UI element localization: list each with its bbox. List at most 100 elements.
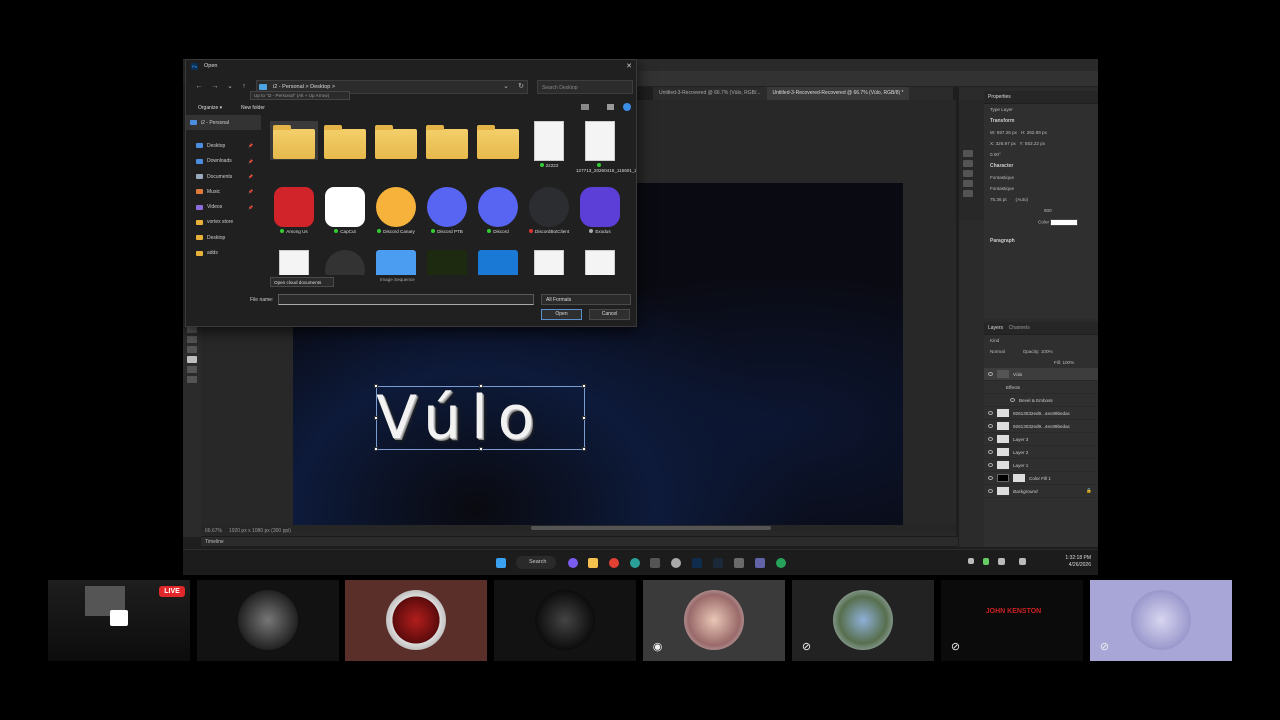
file-item[interactable]: Discord PTB [423, 187, 471, 234]
network-icon[interactable] [998, 558, 1005, 565]
character-icon[interactable] [963, 170, 973, 177]
layer-row[interactable]: Layer 3 [984, 433, 1098, 446]
opacity-field[interactable]: 100% [1041, 349, 1053, 354]
fill-field[interactable]: 100% [1062, 360, 1074, 365]
visibility-eye-icon[interactable] [988, 476, 993, 480]
steam-icon[interactable] [713, 558, 723, 568]
photoshop-taskbar-icon[interactable] [692, 558, 702, 568]
character-heading[interactable]: Character [984, 160, 1098, 172]
whatsapp-icon[interactable] [776, 558, 786, 568]
tracking-field[interactable]: 600 [984, 205, 1098, 216]
address-dropdown-icon[interactable]: ⌄ [501, 82, 511, 92]
visibility-eye-icon[interactable] [988, 372, 993, 376]
quick-mask-icon[interactable] [187, 366, 197, 373]
search-input[interactable]: Search Desktop [537, 80, 633, 94]
font-size-field[interactable]: 75.36 pt [990, 197, 1007, 202]
layer-row[interactable]: Effects [984, 381, 1098, 394]
participant-tile[interactable] [197, 580, 339, 661]
screen-mode-icon[interactable] [187, 376, 197, 383]
file-item[interactable]: 22222 [525, 121, 573, 168]
participant-tile[interactable]: JOHN KENSTON ⊘ [941, 580, 1083, 661]
calculator-icon[interactable] [734, 558, 744, 568]
cancel-button[interactable]: Cancel [589, 309, 630, 320]
timeline-label[interactable]: Timeline [205, 539, 224, 545]
app-icon[interactable] [650, 558, 660, 568]
file-item[interactable] [270, 250, 318, 275]
tab-document-1[interactable]: Untitled-3-Recovered @ 66.7% (Vúlo, RGB/… [653, 87, 767, 100]
zoom-tool-icon[interactable] [187, 336, 197, 343]
color-swatch-icon[interactable] [187, 356, 197, 363]
transform-heading[interactable]: Transform [984, 115, 1098, 127]
file-item[interactable]: تصميم [423, 121, 471, 159]
file-item[interactable]: Exodus [576, 187, 624, 234]
preview-pane-icon[interactable] [607, 104, 614, 110]
file-item[interactable] [525, 250, 573, 275]
file-item[interactable]: Velox [321, 121, 369, 159]
windows-start-icon[interactable] [496, 558, 506, 568]
layer-row[interactable]: Layer 1 [984, 459, 1098, 472]
angle-field[interactable]: 0.00° [984, 149, 1098, 160]
visibility-eye-icon[interactable] [988, 450, 993, 454]
visibility-eye-icon[interactable] [988, 489, 993, 493]
tab-layers[interactable]: Layers [988, 325, 1003, 331]
forward-arrow-icon[interactable]: → [210, 82, 220, 92]
sidebar-item-documents[interactable]: Documents 📌 [186, 169, 261, 184]
discord-taskbar-icon[interactable] [568, 558, 578, 568]
layer-row[interactable]: Bevel & Emboss [984, 394, 1098, 407]
file-name-input[interactable] [278, 294, 534, 305]
file-item[interactable] [423, 250, 471, 275]
file-item[interactable] [576, 250, 624, 275]
visibility-eye-icon[interactable] [988, 463, 993, 467]
sidebar-item-vortex-store[interactable]: vortex store [186, 215, 261, 230]
history-icon[interactable] [963, 150, 973, 157]
visibility-eye-icon[interactable] [988, 411, 993, 415]
file-item[interactable]: Flat [270, 121, 318, 160]
view-options-icon[interactable] [581, 104, 589, 110]
visibility-eye-icon[interactable] [1010, 398, 1015, 402]
layer-row[interactable]: Color Fill 1 [984, 472, 1098, 485]
file-item[interactable]: Discord [474, 187, 522, 234]
participant-tile[interactable]: ⊘ [1090, 580, 1232, 661]
volume-icon[interactable] [1019, 558, 1026, 565]
sidebar-item-desktop-folder[interactable]: Desktop [186, 230, 261, 245]
recent-chevron-icon[interactable]: ⌄ [225, 82, 235, 92]
file-item[interactable]: DiscordBotClient [525, 187, 573, 234]
paragraph-heading[interactable]: Paragraph [984, 235, 1098, 247]
file-item[interactable]: Discord Canary [372, 187, 420, 234]
file-item[interactable] [321, 250, 369, 275]
zoom-level[interactable]: 66.67% [205, 528, 222, 534]
leading-field[interactable]: (Auto) [1016, 197, 1029, 202]
transform-bounding-box[interactable] [374, 384, 586, 451]
tab-document-2[interactable]: Untitled-3-Recovered-Recovered @ 66.7% (… [766, 87, 910, 100]
sidebar-item-videos[interactable]: Videos 📌 [186, 199, 261, 214]
font-family-select[interactable]: Fontastique [984, 172, 1098, 183]
refresh-icon[interactable]: ↻ [516, 82, 526, 92]
tools-icon[interactable] [963, 190, 973, 197]
sidebar-item-personal[interactable]: i2 - Personal [186, 115, 261, 131]
scrollbar-thumb[interactable] [531, 526, 771, 530]
participant-tile-streamer[interactable]: LIVE [48, 580, 190, 661]
edge-icon[interactable] [630, 558, 640, 568]
file-item[interactable]: 127713_20260419_115601_2 [576, 121, 636, 173]
chrome-icon[interactable] [609, 558, 619, 568]
file-item[interactable] [474, 250, 522, 275]
layer-row[interactable]: Background 🔒 [984, 485, 1098, 498]
participant-tile[interactable]: ◉ [643, 580, 785, 661]
sidebar-item-music[interactable]: Music 📌 [186, 184, 261, 199]
image-sequence-checkbox[interactable]: Image Sequence [380, 277, 415, 282]
y-field[interactable]: Y: 553.22 px [1020, 141, 1046, 146]
visibility-eye-icon[interactable] [988, 437, 993, 441]
settings-icon[interactable] [671, 558, 681, 568]
width-field[interactable]: W: 697.26 px [990, 130, 1017, 135]
blend-mode-select[interactable]: Normal [990, 349, 1005, 354]
participant-tile[interactable] [494, 580, 636, 661]
x-field[interactable]: X: 326.97 px [990, 141, 1016, 146]
hand-tool-icon[interactable] [187, 326, 197, 333]
file-explorer-icon[interactable] [588, 558, 598, 568]
paragraph-icon[interactable] [963, 180, 973, 187]
open-button[interactable]: Open [541, 309, 582, 320]
help-icon[interactable] [623, 103, 631, 111]
taskbar-search[interactable]: Search [516, 556, 556, 569]
open-cloud-documents-button[interactable]: Open cloud documents [270, 277, 334, 287]
visibility-eye-icon[interactable] [988, 424, 993, 428]
